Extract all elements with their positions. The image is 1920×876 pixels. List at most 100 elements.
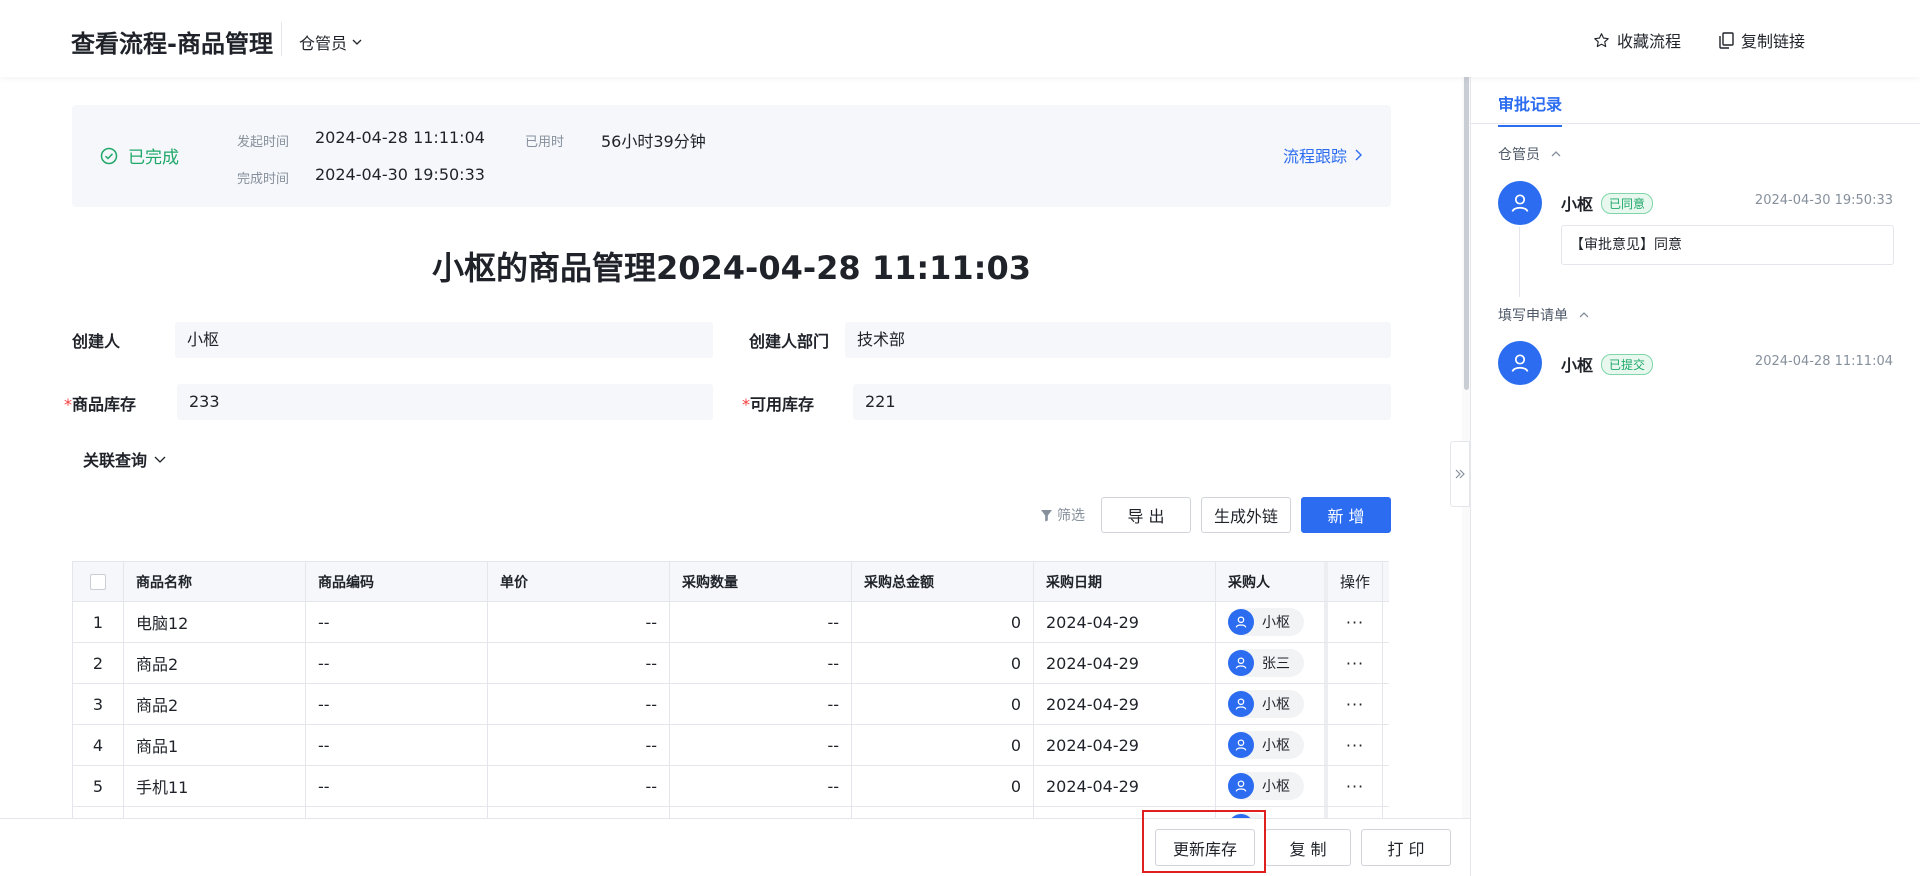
- cell-total[interactable]: 0: [852, 643, 1034, 683]
- col-header[interactable]: 采购人: [1216, 562, 1328, 601]
- cell-price[interactable]: --: [488, 725, 670, 765]
- user-chip: 小枢: [1228, 731, 1304, 759]
- row-index: 3: [72, 684, 124, 724]
- creator-field[interactable]: 小枢: [175, 322, 713, 358]
- select-all-checkbox[interactable]: [90, 573, 106, 590]
- cell-total[interactable]: 0: [852, 725, 1034, 765]
- cell-total[interactable]: 0: [852, 684, 1034, 724]
- row-index: 2: [72, 643, 124, 683]
- dept-field[interactable]: 技术部: [845, 322, 1391, 358]
- table-toolbar: 筛选 导 出 生成外链 新 增: [1040, 497, 1391, 533]
- more-actions-button[interactable]: ···: [1346, 613, 1364, 632]
- table-row[interactable]: 5 手机11 -- -- -- 0 2024-04-29 小枢 ···: [72, 766, 1389, 807]
- buyer-name: 小枢: [1262, 615, 1290, 631]
- row-actions-cell: ···: [1328, 684, 1383, 724]
- approver-name: 小枢: [1561, 195, 1594, 214]
- more-actions-button[interactable]: ···: [1346, 695, 1364, 714]
- table-row[interactable]: 3 商品2 -- -- -- 0 2024-04-29 小枢 ···: [72, 684, 1389, 725]
- cell-date[interactable]: 2024-04-29: [1034, 725, 1216, 765]
- filter-button[interactable]: 筛选: [1040, 505, 1085, 525]
- tab-divider: [1471, 123, 1920, 124]
- main-scrollbar-thumb[interactable]: [1464, 74, 1469, 390]
- col-header[interactable]: 采购日期: [1034, 562, 1216, 601]
- more-actions-button[interactable]: ···: [1346, 777, 1364, 796]
- cell-name[interactable]: 商品2: [124, 643, 306, 683]
- tab-approval-records[interactable]: 审批记录: [1498, 91, 1563, 127]
- export-button[interactable]: 导 出: [1101, 497, 1191, 533]
- col-header[interactable]: 商品编码: [306, 562, 488, 601]
- double-chevron-right-icon: [1455, 469, 1465, 479]
- cell-price[interactable]: --: [488, 643, 670, 683]
- end-time-value: 2024-04-30 19:50:33: [315, 165, 485, 184]
- cell-code[interactable]: --: [306, 766, 488, 806]
- user-icon: [1511, 194, 1529, 212]
- favorite-process-button[interactable]: 收藏流程: [1593, 28, 1681, 52]
- cell-code[interactable]: --: [306, 643, 488, 683]
- cell-name[interactable]: 电脑12: [124, 602, 306, 642]
- cell-code[interactable]: --: [306, 684, 488, 724]
- cell-name[interactable]: 商品2: [124, 684, 306, 724]
- cell-date[interactable]: 2024-04-29: [1034, 766, 1216, 806]
- approval-group-title: 仓管员: [1498, 147, 1540, 163]
- submitter-name-row: 小枢 已提交: [1561, 352, 1654, 376]
- more-actions-button[interactable]: ···: [1346, 736, 1364, 755]
- cell-price[interactable]: --: [488, 684, 670, 724]
- add-button[interactable]: 新 增: [1301, 497, 1391, 533]
- header-divider: [281, 22, 282, 56]
- approval-time: 2024-04-30 19:50:33: [1754, 193, 1893, 208]
- cell-date[interactable]: 2024-04-29: [1034, 602, 1216, 642]
- role-dropdown[interactable]: 仓管员: [299, 30, 363, 54]
- cell-name[interactable]: 手机11: [124, 766, 306, 806]
- user-icon: [1235, 780, 1247, 792]
- cell-buyer[interactable]: 小枢: [1216, 684, 1328, 724]
- elapsed-label: 已用时: [525, 135, 565, 150]
- col-header[interactable]: 单价: [488, 562, 670, 601]
- cell-price[interactable]: --: [488, 766, 670, 806]
- more-actions-button[interactable]: ···: [1346, 654, 1364, 673]
- submitter-name: 小枢: [1561, 356, 1594, 375]
- cell-buyer[interactable]: 小枢: [1216, 766, 1328, 806]
- cell-buyer[interactable]: 小枢: [1216, 602, 1328, 642]
- status-completed: 已完成: [100, 143, 179, 168]
- cell-qty[interactable]: --: [670, 684, 852, 724]
- cell-price[interactable]: --: [488, 602, 670, 642]
- cell-code[interactable]: --: [306, 602, 488, 642]
- cell-total[interactable]: 0: [852, 602, 1034, 642]
- cell-qty[interactable]: --: [670, 725, 852, 765]
- role-label: 仓管员: [299, 34, 348, 53]
- update-stock-button[interactable]: 更新库存: [1155, 829, 1255, 866]
- table-row[interactable]: 4 商品1 -- -- -- 0 2024-04-29 小枢 ···: [72, 725, 1389, 766]
- process-track-link[interactable]: 流程跟踪: [1283, 143, 1363, 167]
- stock-field[interactable]: 233: [177, 384, 713, 420]
- cell-qty[interactable]: --: [670, 643, 852, 683]
- approval-group-toggle[interactable]: 仓管员: [1498, 144, 1562, 164]
- cell-date[interactable]: 2024-04-29: [1034, 643, 1216, 683]
- cell-date[interactable]: 2024-04-29: [1034, 684, 1216, 724]
- generate-external-link-button[interactable]: 生成外链: [1201, 497, 1291, 533]
- status-badge: 已提交: [1601, 353, 1654, 375]
- collapse-panel-handle[interactable]: [1450, 441, 1470, 507]
- table-row[interactable]: 2 商品2 -- -- -- 0 2024-04-29 张三 ···: [72, 643, 1389, 684]
- cell-name[interactable]: 商品1: [124, 725, 306, 765]
- table-row[interactable]: 1 电脑12 -- -- -- 0 2024-04-29 小枢 ···: [72, 602, 1389, 643]
- available-field[interactable]: 221: [853, 384, 1391, 420]
- print-button[interactable]: 打 印: [1361, 829, 1451, 866]
- copy-link-button[interactable]: 复制链接: [1719, 28, 1805, 52]
- submit-group-toggle[interactable]: 填写申请单: [1498, 305, 1590, 325]
- col-header[interactable]: 采购数量: [670, 562, 852, 601]
- cell-qty[interactable]: --: [670, 766, 852, 806]
- related-query-toggle[interactable]: 关联查询: [83, 447, 167, 471]
- cell-qty[interactable]: --: [670, 602, 852, 642]
- col-header[interactable]: 采购总金额: [852, 562, 1034, 601]
- required-mark: *: [742, 395, 750, 414]
- cell-buyer[interactable]: 张三: [1216, 643, 1328, 683]
- col-header[interactable]: 商品名称: [124, 562, 306, 601]
- cell-buyer[interactable]: 小枢: [1216, 725, 1328, 765]
- available-label-text: 可用库存: [750, 395, 815, 414]
- cell-total[interactable]: 0: [852, 766, 1034, 806]
- cell-code[interactable]: --: [306, 725, 488, 765]
- copy-icon: [1719, 31, 1734, 49]
- row-actions-cell: ···: [1328, 766, 1383, 806]
- copy-button[interactable]: 复 制: [1265, 829, 1351, 866]
- buyer-name: 张三: [1262, 656, 1290, 672]
